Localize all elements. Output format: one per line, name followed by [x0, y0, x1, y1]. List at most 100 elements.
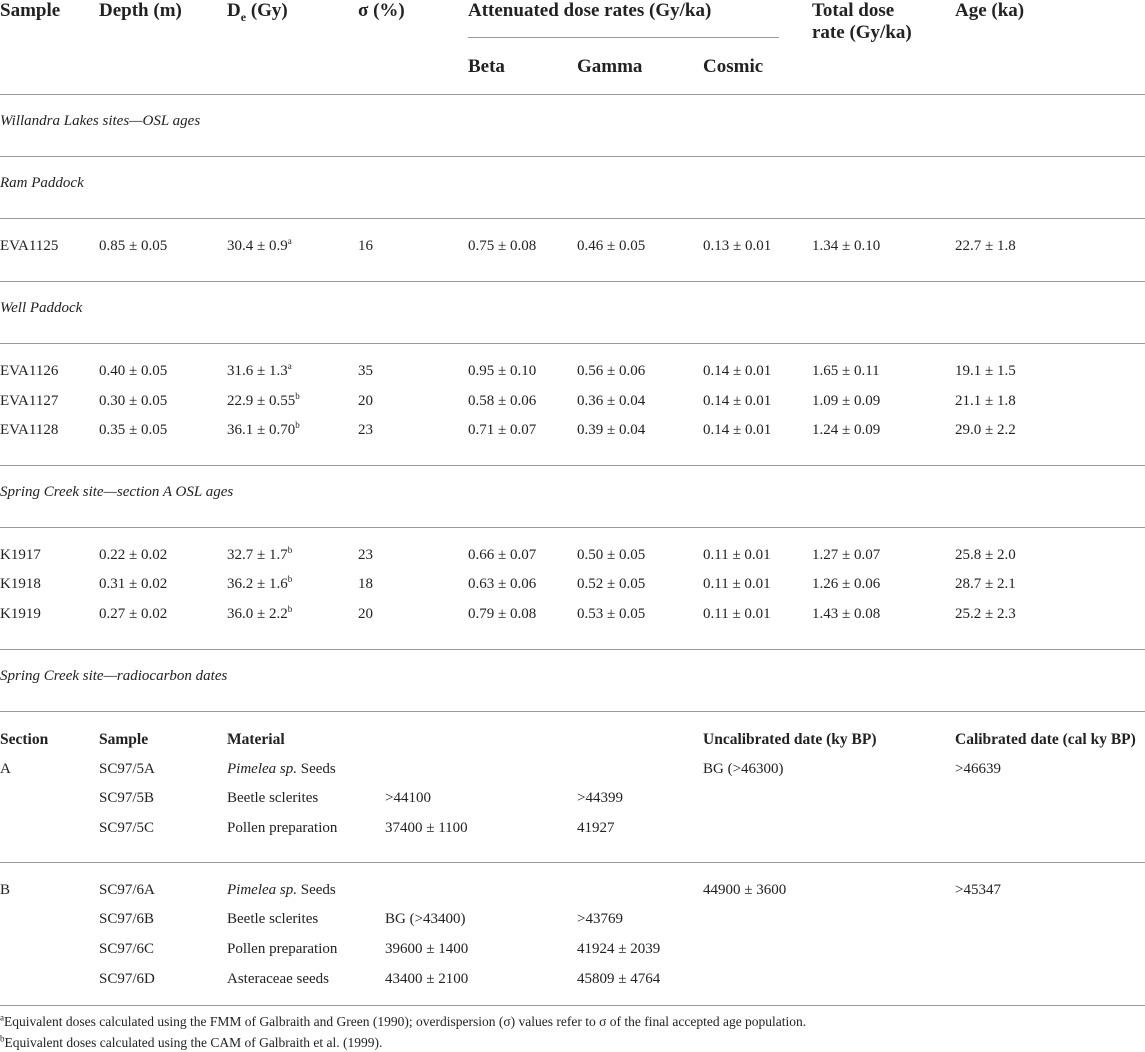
cell-age: 25.2 ± 2.3	[955, 606, 1016, 622]
cell-de: 36.0 ± 2.2b	[227, 604, 293, 622]
cell-uncalibrated-date: BG (>46300)	[703, 761, 784, 777]
cell-age: 19.1 ± 1.5	[955, 363, 1016, 379]
cell-date-value-2: 41924 ± 2039	[577, 941, 661, 957]
header-total-dose-rate-line2: rate (Gy/ka)	[812, 22, 912, 43]
cell-date-value: 37400 ± 1100	[385, 820, 468, 836]
section-well-paddock: Well Paddock	[0, 300, 83, 316]
cell-sample: SC97/6B	[99, 911, 155, 927]
cell-cosmic: 0.14 ± 0.01	[703, 363, 772, 379]
cell-sigma: 35	[358, 363, 373, 379]
header-de: De (Gy)	[227, 0, 288, 24]
cell-total-dose-rate: 1.24 ± 0.09	[812, 422, 881, 438]
cell-cosmic: 0.11 ± 0.01	[703, 547, 771, 563]
cell-material: Asteraceae seeds	[227, 971, 330, 987]
cell-date-value-2: 45809 ± 4764	[577, 971, 661, 987]
cell-sigma: 16	[358, 238, 373, 254]
cell-beta: 0.75 ± 0.08	[468, 238, 537, 254]
cell-depth: 0.85 ± 0.05	[99, 238, 168, 254]
cell-depth: 0.40 ± 0.05	[99, 363, 168, 379]
cell-sample: K1919	[0, 606, 41, 622]
cell-cosmic: 0.13 ± 0.01	[703, 238, 772, 254]
header-cosmic: Cosmic	[703, 56, 764, 77]
divider	[0, 343, 1145, 344]
cell-sample: SC97/5A	[99, 761, 155, 777]
rc-header-calibrated: Calibrated date (cal ky BP)	[955, 731, 1136, 748]
cell-section: B	[0, 882, 11, 898]
cell-sample: SC97/6C	[99, 941, 155, 957]
cell-total-dose-rate: 1.34 ± 0.10	[812, 238, 881, 254]
header-rule	[0, 94, 1145, 95]
divider	[0, 465, 1145, 466]
cell-material: Beetle sclerites	[227, 790, 319, 806]
divider	[0, 711, 1145, 712]
cell-sample: SC97/5B	[99, 790, 155, 806]
cell-de: 22.9 ± 0.55b	[227, 391, 300, 409]
cell-sample: EVA1128	[0, 422, 59, 438]
cell-gamma: 0.36 ± 0.04	[577, 393, 646, 409]
cell-depth: 0.31 ± 0.02	[99, 576, 168, 592]
divider	[0, 218, 1145, 219]
cell-de: 36.1 ± 0.70b	[227, 420, 300, 438]
cell-date-value-2: >43769	[577, 911, 623, 927]
header-attenuated-dose-rates: Attenuated dose rates (Gy/ka)	[468, 0, 712, 21]
footnote-b: bEquivalent doses calculated using the C…	[0, 1033, 383, 1050]
divider	[0, 1005, 1145, 1006]
cell-sigma: 23	[358, 547, 373, 563]
cell-sigma: 20	[358, 393, 373, 409]
cell-date-value: BG (>43400)	[385, 911, 466, 927]
cell-age: 28.7 ± 2.1	[955, 576, 1016, 592]
cell-date-value-2: 41927	[577, 820, 615, 836]
cell-gamma: 0.39 ± 0.04	[577, 422, 646, 438]
cell-depth: 0.22 ± 0.02	[99, 547, 168, 563]
cell-gamma: 0.53 ± 0.05	[577, 606, 646, 622]
cell-material: Pollen preparation	[227, 941, 338, 957]
cell-depth: 0.35 ± 0.05	[99, 422, 168, 438]
cell-de: 31.6 ± 1.3a	[227, 361, 292, 379]
cell-depth: 0.30 ± 0.05	[99, 393, 168, 409]
divider	[0, 527, 1145, 528]
cell-sample: EVA1127	[0, 393, 59, 409]
cell-material: Pimelea sp. Seeds	[227, 761, 336, 777]
cell-de: 30.4 ± 0.9a	[227, 236, 292, 254]
cell-sample: SC97/5C	[99, 820, 155, 836]
section-willandra: Willandra Lakes sites—OSL ages	[0, 113, 201, 129]
divider	[0, 156, 1145, 157]
divider	[0, 281, 1145, 282]
divider	[0, 649, 1145, 650]
cell-de: 36.2 ± 1.6b	[227, 574, 293, 592]
cell-depth: 0.27 ± 0.02	[99, 606, 168, 622]
cell-beta: 0.79 ± 0.08	[468, 606, 537, 622]
cell-beta: 0.58 ± 0.06	[468, 393, 537, 409]
cell-calibrated-date: >46639	[955, 761, 1001, 777]
cell-total-dose-rate: 1.65 ± 0.11	[812, 363, 880, 379]
header-beta: Beta	[468, 56, 505, 77]
cell-material: Beetle sclerites	[227, 911, 319, 927]
cell-sample: EVA1125	[0, 238, 59, 254]
cell-sigma: 20	[358, 606, 373, 622]
footnote-a: aEquivalent doses calculated using the F…	[0, 1012, 807, 1029]
cell-age: 29.0 ± 2.2	[955, 422, 1016, 438]
cell-beta: 0.66 ± 0.07	[468, 547, 537, 563]
cell-date-value-2: >44399	[577, 790, 623, 806]
cell-beta: 0.71 ± 0.07	[468, 422, 537, 438]
header-age: Age (ka)	[955, 0, 1025, 21]
cell-cosmic: 0.11 ± 0.01	[703, 576, 771, 592]
cell-sigma: 23	[358, 422, 373, 438]
rc-header-uncalibrated: Uncalibrated date (ky BP)	[703, 731, 877, 748]
header-total-dose-rate-line1: Total dose	[812, 0, 895, 21]
cell-date-value: >44100	[385, 790, 431, 806]
cell-age: 25.8 ± 2.0	[955, 547, 1016, 563]
cell-total-dose-rate: 1.27 ± 0.07	[812, 547, 881, 563]
rc-header-material: Material	[227, 731, 285, 748]
header-gamma: Gamma	[577, 56, 643, 77]
cell-cosmic: 0.14 ± 0.01	[703, 422, 772, 438]
cell-date-value: 39600 ± 1400	[385, 941, 469, 957]
cell-total-dose-rate: 1.26 ± 0.06	[812, 576, 881, 592]
cell-beta: 0.63 ± 0.06	[468, 576, 537, 592]
cell-uncalibrated-date: 44900 ± 3600	[703, 882, 787, 898]
cell-sample: K1918	[0, 576, 41, 592]
cell-cosmic: 0.14 ± 0.01	[703, 393, 772, 409]
cell-age: 22.7 ± 1.8	[955, 238, 1016, 254]
cell-material: Pollen preparation	[227, 820, 338, 836]
header-sample: Sample	[0, 0, 61, 21]
